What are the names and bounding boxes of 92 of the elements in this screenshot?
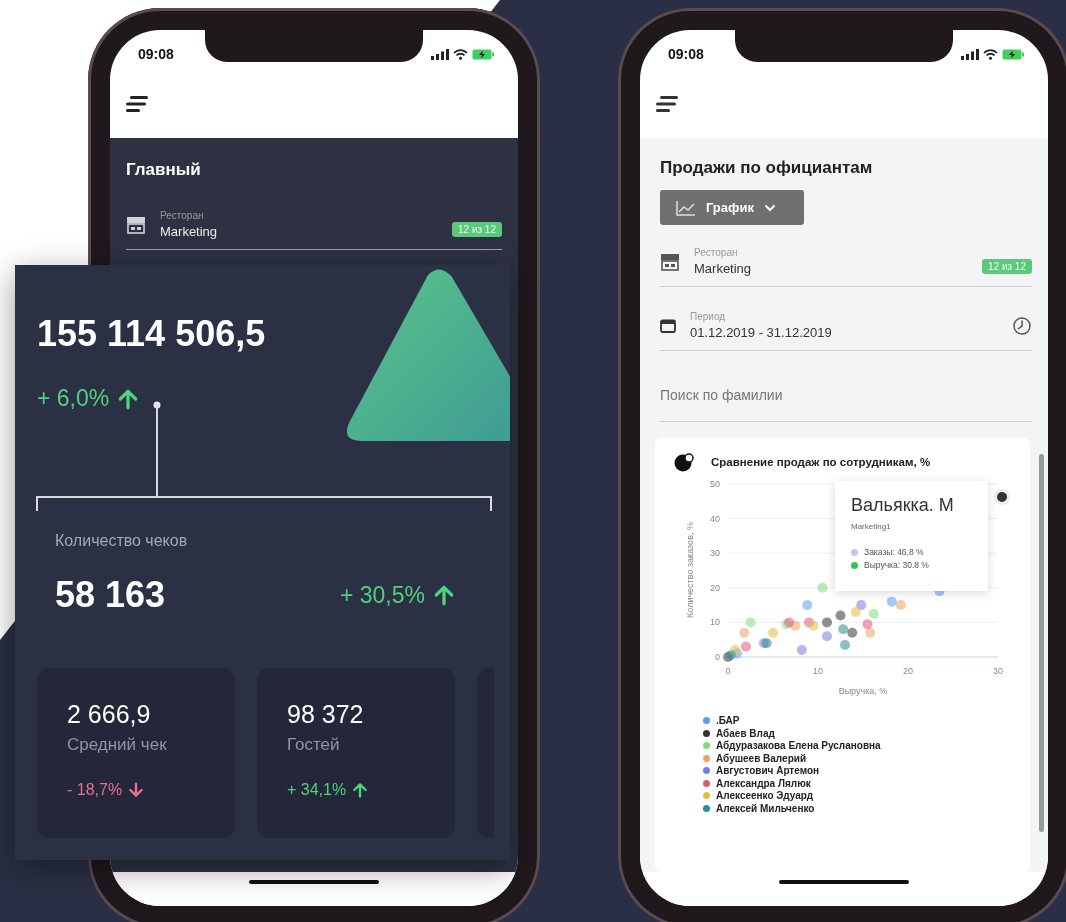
change-percent: + 34,1% (287, 781, 347, 799)
scatter-point (804, 617, 814, 628)
field-label: Ресторан (694, 247, 739, 258)
scatter-point (856, 600, 867, 611)
menu-icon[interactable] (126, 96, 148, 112)
legend-label[interactable]: Алексеенко Эдуард (716, 790, 813, 801)
scatter-point (862, 619, 873, 630)
change-percent: + 30,5% (339, 581, 425, 609)
scatter-point (868, 608, 879, 619)
scatter-point (850, 607, 861, 617)
scatter-point (838, 624, 849, 635)
y-tick-label: 50 (710, 479, 720, 489)
scatter-point (768, 627, 778, 638)
legend-label[interactable]: .БАР (716, 715, 740, 726)
store-icon (660, 252, 680, 271)
scatter-point (808, 620, 819, 631)
clock-icon[interactable] (1012, 315, 1032, 336)
status-time: 09:08 (668, 46, 704, 62)
menu-icon[interactable] (656, 96, 678, 112)
x-axis-label: Выручка, % (838, 686, 888, 696)
stat-label: Гостей (287, 735, 341, 755)
scatter-point (817, 582, 828, 593)
status-time: 09:08 (138, 46, 174, 62)
signal-icon (431, 48, 449, 60)
scatter-point (822, 617, 832, 628)
field-value: Marketing (694, 261, 753, 276)
metric-label: Количество чеков (55, 532, 189, 550)
scatter-point (790, 620, 801, 631)
scrollbar[interactable] (1039, 454, 1044, 832)
legend-label[interactable]: Абдуразакова Елена Руслановна (716, 740, 881, 751)
tooltip-value: Выручка: 30.8 % (864, 560, 929, 570)
search-field[interactable]: Поиск по фамилии (660, 369, 1032, 422)
scatter-point (886, 596, 897, 607)
x-tick-label: 10 (813, 666, 823, 676)
calendar-icon (660, 318, 676, 333)
y-axis-label: Количество заказов, % (685, 522, 695, 618)
line-chart-icon (676, 199, 696, 216)
field-value: 01.12.2019 - 31.12.2019 (690, 325, 833, 340)
chart-view-dropdown[interactable]: График (660, 190, 804, 225)
tooltip-subtitle: Marketing1 (851, 522, 892, 531)
scatter-point (802, 600, 813, 611)
checks-count: 58 163 (55, 574, 166, 616)
store-icon (126, 215, 146, 234)
radio-icon[interactable] (993, 488, 1011, 506)
y-tick-label: 10 (710, 617, 720, 628)
stat-value: 2 666,9 (67, 700, 152, 729)
toggle-icon[interactable] (673, 452, 695, 472)
chart-title: Сравнение продаж по сотрудникам, % (711, 456, 931, 468)
change-percent: - 18,7% (67, 781, 123, 799)
scatter-point (796, 645, 807, 656)
stat-label: Средний чек (67, 735, 168, 755)
scatter-point (739, 627, 750, 638)
field-label: Ресторан (160, 210, 205, 221)
scatter-point (847, 627, 858, 638)
scatter-point (741, 641, 751, 652)
scatter-point (822, 631, 832, 642)
y-tick-label: 40 (710, 513, 720, 524)
scatter-point (895, 600, 906, 611)
wifi-icon (453, 48, 468, 60)
signal-icon (961, 48, 979, 60)
y-tick-label: 20 (710, 582, 720, 593)
period-selector[interactable]: Период 01.12.2019 - 31.12.2019 (660, 311, 1032, 351)
x-tick-label: 20 (903, 666, 913, 676)
count-badge: 12 из 12 (452, 222, 502, 237)
change-percent: + 6,0% (37, 385, 110, 412)
battery-charging-icon (1002, 48, 1024, 60)
legend-label[interactable]: Августович Артемон (716, 765, 820, 776)
revenue-total: 155 114 506,5 (37, 313, 267, 355)
legend-label[interactable]: Александра Лялюк (716, 777, 811, 789)
tooltip-value: Заказы: 46.8 % (864, 547, 924, 557)
scatter-point (865, 627, 876, 638)
count-badge: 12 из 12 (982, 259, 1032, 274)
battery-charging-icon (472, 48, 494, 60)
x-tick-label: 0 (725, 666, 731, 676)
scatter-point (835, 610, 846, 621)
x-tick-label: 30 (993, 666, 1003, 676)
legend-label[interactable]: Абушеев Валерий (716, 752, 807, 764)
screen-title: Главный (126, 160, 202, 180)
stat-value: 98 372 (287, 700, 365, 729)
scatter-point (840, 639, 850, 650)
scatter-point (745, 617, 756, 628)
legend-label[interactable]: Алексей Мильченко (716, 802, 815, 814)
field-value: Marketing (160, 224, 219, 239)
restaurant-selector[interactable]: Ресторан Marketing 12 из 12 (660, 247, 1032, 287)
tooltip-title: Вальякка. М (851, 495, 955, 516)
wifi-icon (983, 48, 998, 60)
legend-label[interactable]: Абаев Влад (716, 727, 775, 739)
y-tick-label: 0 (715, 652, 720, 662)
chevron-down-icon (763, 203, 776, 212)
screen-title: Продажи по официантам (660, 158, 874, 178)
y-tick-label: 30 (710, 548, 720, 559)
field-label: Период (690, 311, 727, 322)
